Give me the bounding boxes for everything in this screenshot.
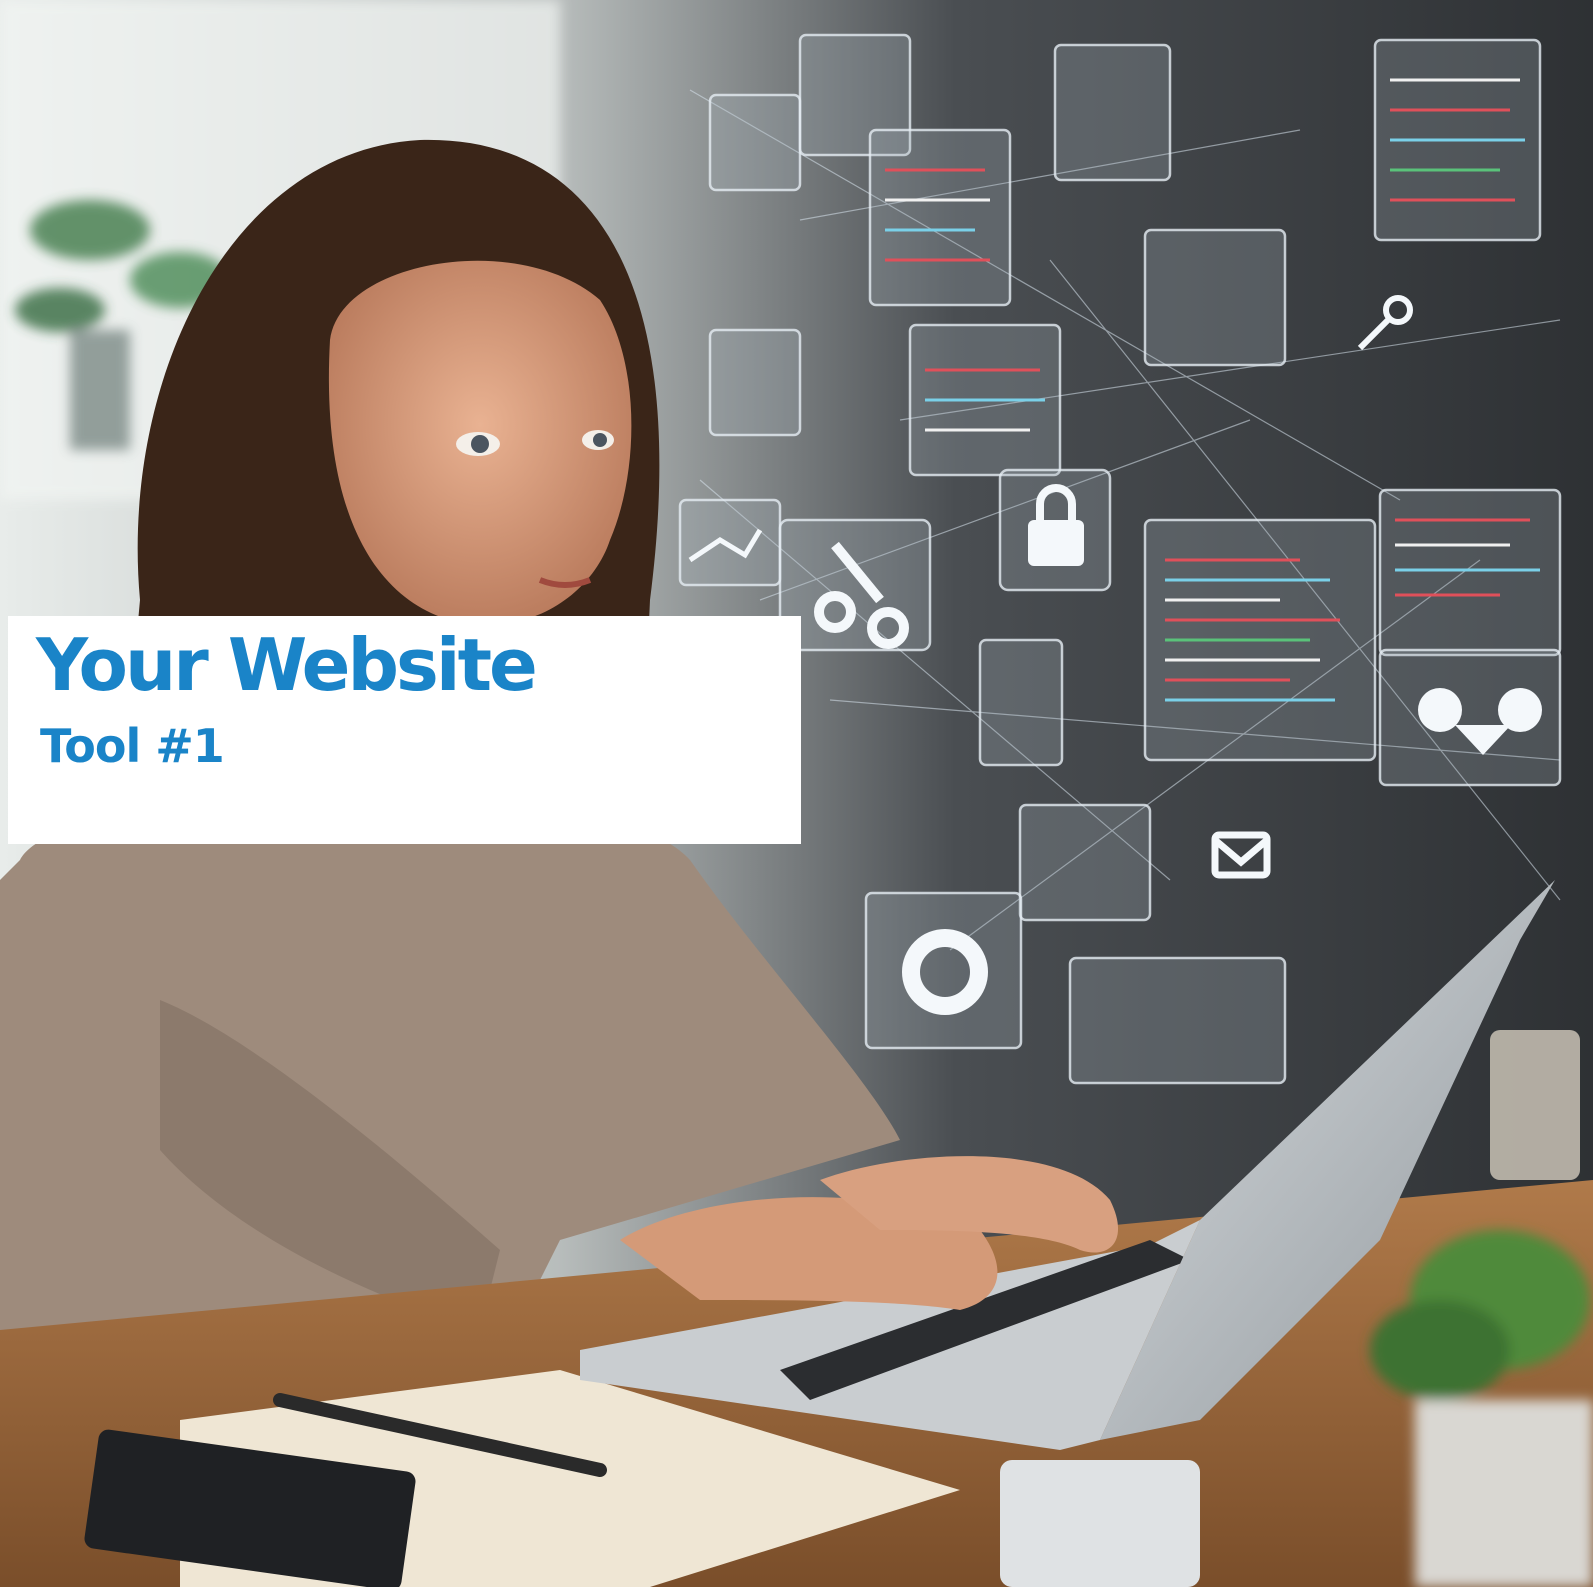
pencil-cup [1490, 1030, 1580, 1180]
subline: Tool #1 [40, 719, 225, 774]
white-object [1000, 1460, 1200, 1587]
title-card: Your Website Tool #1 [8, 616, 801, 844]
headline: Your Website [36, 623, 538, 707]
